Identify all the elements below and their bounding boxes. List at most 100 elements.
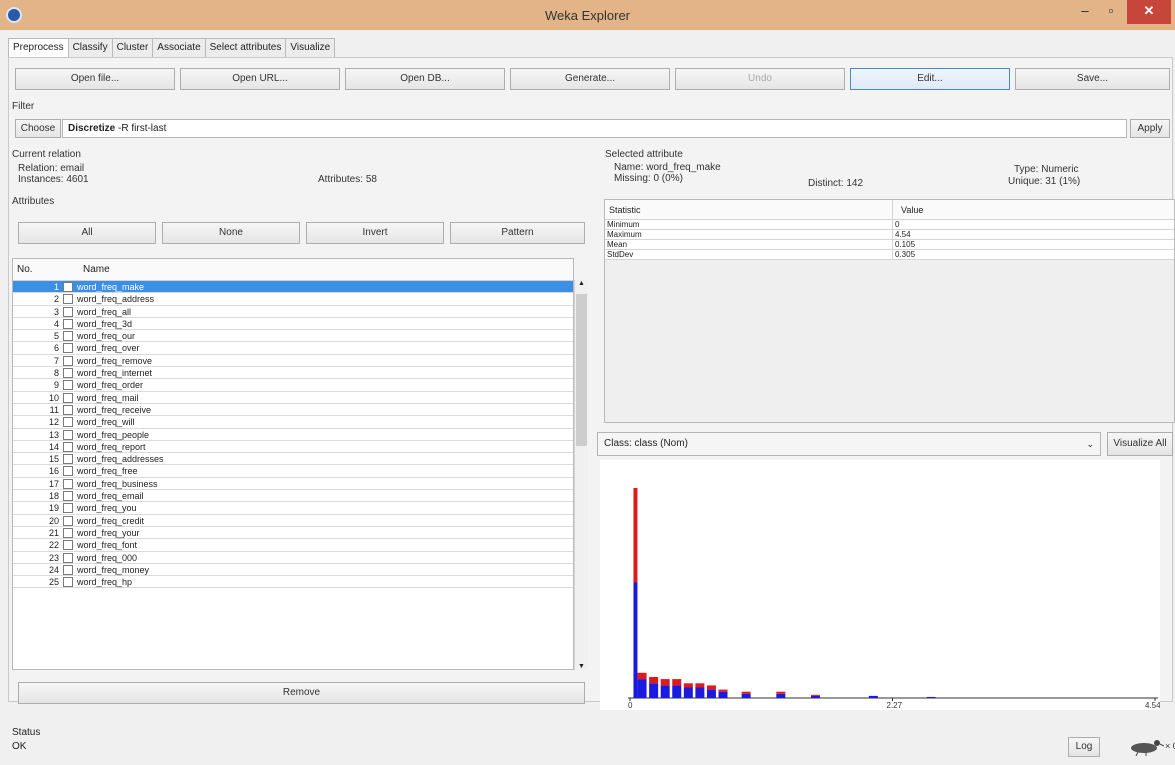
attribute-row[interactable]: 21 word_freq_your xyxy=(13,527,573,540)
attribute-checkbox[interactable] xyxy=(63,282,73,292)
attribute-row[interactable]: 7 word_freq_remove xyxy=(13,355,573,368)
invert-selection-button[interactable]: Invert xyxy=(306,222,444,244)
attribute-row[interactable]: 24 word_freq_money xyxy=(13,564,573,577)
generate-button[interactable]: Generate... xyxy=(510,68,670,90)
attributes-scrollbar[interactable]: ▲ ▼ xyxy=(574,280,588,670)
select-none-button[interactable]: None xyxy=(162,222,300,244)
open-url-button[interactable]: Open URL... xyxy=(180,68,340,90)
attribute-checkbox[interactable] xyxy=(63,355,73,366)
attribute-checkbox[interactable] xyxy=(63,441,73,452)
pattern-button[interactable]: Pattern xyxy=(450,222,585,244)
apply-button[interactable]: Apply xyxy=(1130,119,1170,138)
attribute-row[interactable]: 17 word_freq_business xyxy=(13,478,573,491)
attribute-checkbox[interactable] xyxy=(63,306,73,317)
attributes-scroll-thumb[interactable] xyxy=(576,294,587,446)
attribute-name: word_freq_receive xyxy=(77,404,152,415)
attribute-checkbox[interactable] xyxy=(63,503,73,514)
tab-visualize[interactable]: Visualize xyxy=(285,38,336,58)
minimize-button[interactable]: – xyxy=(1071,0,1099,24)
attribute-row[interactable]: 15 word_freq_addresses xyxy=(13,453,573,466)
attribute-number: 6 xyxy=(53,343,59,354)
attribute-checkbox[interactable] xyxy=(63,540,73,551)
attribute-row[interactable]: 13 word_freq_people xyxy=(13,429,573,441)
stat-row-stddev: StdDev 0.305 xyxy=(605,250,1174,260)
attribute-checkbox[interactable] xyxy=(63,466,73,477)
chevron-down-icon[interactable]: ⌄ xyxy=(1086,433,1094,455)
attribute-checkbox[interactable] xyxy=(63,515,73,526)
unique-info: Unique: 31 (1%) xyxy=(1008,176,1080,187)
attribute-row[interactable]: 9 word_freq_order xyxy=(13,379,573,392)
attribute-checkbox[interactable] xyxy=(63,552,73,563)
select-all-button[interactable]: All xyxy=(18,222,156,244)
maximize-button[interactable]: ▫ xyxy=(1097,0,1125,24)
open-db-button[interactable]: Open DB... xyxy=(345,68,505,90)
unique-label: Unique: xyxy=(1008,176,1043,187)
attribute-checkbox[interactable] xyxy=(63,429,73,440)
open-file-button[interactable]: Open file... xyxy=(15,68,175,90)
attribute-checkbox[interactable] xyxy=(63,454,73,465)
missing-label: Missing: xyxy=(614,173,651,184)
edit-button[interactable]: Edit... xyxy=(850,68,1010,90)
attribute-checkbox[interactable] xyxy=(63,294,73,305)
remove-button[interactable]: Remove xyxy=(18,682,585,704)
attribute-name: word_freq_free xyxy=(77,466,138,477)
attribute-row[interactable]: 23 word_freq_000 xyxy=(13,552,573,564)
attribute-row[interactable]: 1 word_freq_make xyxy=(13,281,573,294)
selected-attribute-heading: Selected attribute xyxy=(605,149,683,160)
save-button[interactable]: Save... xyxy=(1015,68,1170,90)
attribute-row[interactable]: 4 word_freq_3d xyxy=(13,318,573,331)
tab-preprocess[interactable]: Preprocess xyxy=(8,38,69,58)
attribute-row[interactable]: 18 word_freq_email xyxy=(13,490,573,503)
attribute-row[interactable]: 16 word_freq_free xyxy=(13,465,573,478)
tab-select-attributes[interactable]: Select attributes xyxy=(204,38,287,58)
attribute-checkbox[interactable] xyxy=(63,331,73,342)
tab-cluster[interactable]: Cluster xyxy=(111,38,154,58)
attribute-checkbox[interactable] xyxy=(63,368,73,379)
attribute-row[interactable]: 6 word_freq_over xyxy=(13,342,573,355)
attribute-row[interactable]: 19 word_freq_you xyxy=(13,502,573,515)
attribute-row[interactable]: 5 word_freq_our xyxy=(13,330,573,343)
scroll-up-icon[interactable]: ▲ xyxy=(575,280,588,287)
attribute-checkbox[interactable] xyxy=(63,318,73,329)
log-button[interactable]: Log xyxy=(1068,737,1100,757)
attribute-number: 16 xyxy=(48,466,59,477)
filter-field[interactable]: Discretize -R first-last xyxy=(62,119,1127,138)
attribute-row[interactable]: 12 word_freq_will xyxy=(13,416,573,429)
undo-button[interactable]: Undo xyxy=(675,68,845,90)
attribute-row[interactable]: 20 word_freq_credit xyxy=(13,515,573,527)
close-button[interactable]: ✕ xyxy=(1127,0,1171,24)
scroll-down-icon[interactable]: ▼ xyxy=(575,663,588,670)
attribute-row[interactable]: 14 word_freq_report xyxy=(13,441,573,454)
attribute-row[interactable]: 2 word_freq_address xyxy=(13,293,573,306)
choose-filter-button[interactable]: Choose xyxy=(15,119,61,138)
status-heading: Status xyxy=(12,727,41,738)
class-selector[interactable]: Class: class (Nom) ⌄ xyxy=(597,432,1101,456)
tab-associate[interactable]: Associate xyxy=(152,38,206,58)
tab-classify[interactable]: Classify xyxy=(67,38,113,58)
attribute-checkbox[interactable] xyxy=(63,478,73,489)
attribute-checkbox[interactable] xyxy=(63,564,73,575)
attribute-number: 3 xyxy=(53,306,59,317)
histogram-bar-class-0 xyxy=(926,696,936,698)
histogram-bar-class-0 xyxy=(811,695,821,698)
attribute-checkbox[interactable] xyxy=(63,417,73,428)
attribute-row[interactable]: 25 word_freq_hp xyxy=(13,576,573,589)
attribute-number: 8 xyxy=(53,368,59,379)
attribute-row[interactable]: 10 word_freq_mail xyxy=(13,392,573,404)
attribute-row[interactable]: 11 word_freq_receive xyxy=(13,404,573,417)
attribute-checkbox[interactable] xyxy=(63,343,73,354)
histogram-bar-class-1 xyxy=(649,677,659,684)
attribute-checkbox[interactable] xyxy=(63,380,73,391)
attribute-row[interactable]: 3 word_freq_all xyxy=(13,306,573,318)
attribute-checkbox[interactable] xyxy=(63,577,73,588)
attribute-checkbox[interactable] xyxy=(63,404,73,415)
attribute-checkbox[interactable] xyxy=(63,527,73,538)
weka-bird-icon[interactable] xyxy=(1124,736,1164,756)
attribute-checkbox[interactable] xyxy=(63,491,73,502)
attributes-heading: Attributes xyxy=(12,196,55,207)
attribute-checkbox[interactable] xyxy=(63,392,73,403)
missing-value: 0 (0%) xyxy=(653,173,683,184)
attribute-row[interactable]: 22 word_freq_font xyxy=(13,539,573,552)
visualize-all-button[interactable]: Visualize All xyxy=(1107,432,1173,456)
attribute-row[interactable]: 8 word_freq_internet xyxy=(13,367,573,380)
